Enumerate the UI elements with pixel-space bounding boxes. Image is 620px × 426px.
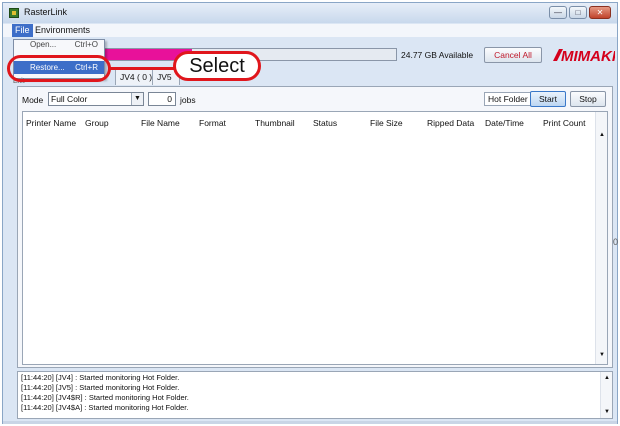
mode-select[interactable]: Full Color ▼ — [48, 92, 144, 106]
job-table: Printer Name Group File Name Format Thum… — [22, 111, 608, 365]
col-format[interactable]: Format — [199, 118, 226, 128]
status-bar — [3, 421, 617, 424]
log-line: [11:44:20] [JV4] : Started monitoring Ho… — [21, 373, 180, 382]
app-window: RasterLink — □ ✕ File Environments 24.77… — [2, 2, 618, 424]
highlight-oval — [7, 55, 111, 82]
cancel-all-button[interactable]: Cancel All — [484, 47, 542, 63]
side-count: 0 — [613, 237, 619, 247]
maximize-icon[interactable]: □ — [569, 6, 587, 19]
minimize-icon[interactable]: — — [549, 6, 567, 19]
hot-folder-stop-button[interactable]: Stop — [570, 91, 606, 107]
log-area: [11:44:20] [JV4] : Started monitoring Ho… — [17, 371, 613, 419]
brand-text: MIMAKI — [561, 48, 615, 65]
menu-file[interactable]: File — [12, 24, 33, 37]
log-line: [11:44:20] [JV5] : Started monitoring Ho… — [21, 383, 180, 392]
scroll-down-icon[interactable]: ▼ — [604, 409, 610, 415]
hot-folder-label: Hot Folder — [484, 92, 532, 106]
scroll-up-icon[interactable]: ▲ — [599, 132, 605, 138]
window-controls: — □ ✕ — [549, 6, 611, 19]
hot-folder-start-button[interactable]: Start — [530, 91, 566, 107]
col-status[interactable]: Status — [313, 118, 337, 128]
log-line: [11:44:20] [JV4$R] : Started monitoring … — [21, 393, 189, 402]
col-ripped-data[interactable]: Ripped Data — [427, 118, 474, 128]
jobs-count: 0 — [148, 92, 176, 106]
log-line: [11:44:20] [JV4$A] : Started monitoring … — [21, 403, 189, 412]
jobs-label: jobs — [180, 95, 196, 105]
col-file-size[interactable]: File Size — [370, 118, 403, 128]
menu-environments[interactable]: Environments — [32, 24, 93, 37]
mode-label: Mode — [22, 95, 44, 105]
col-file-name[interactable]: File Name — [141, 118, 180, 128]
job-table-header: Printer Name Group File Name Format Thum… — [23, 112, 597, 132]
menu-item-label: Open... — [30, 40, 57, 49]
col-group[interactable]: Group — [85, 118, 109, 128]
col-print-count[interactable]: Print Count — [543, 118, 586, 128]
menu-shortcut: Ctrl+O — [74, 40, 98, 49]
scroll-down-icon[interactable]: ▼ — [599, 352, 605, 358]
disk-available-text: 24.77 GB Available — [401, 50, 474, 60]
col-date-time[interactable]: Date/Time — [485, 118, 524, 128]
menu-item-open[interactable]: Open... Ctrl+O — [14, 38, 104, 51]
scroll-up-icon[interactable]: ▲ — [604, 375, 610, 381]
title-bar: RasterLink — □ ✕ — [3, 3, 617, 23]
chevron-down-icon[interactable]: ▼ — [131, 93, 143, 105]
col-thumbnail[interactable]: Thumbnail — [255, 118, 295, 128]
job-panel: Mode Full Color ▼ 0 jobs Hot Folder Star… — [17, 86, 618, 368]
close-icon[interactable]: ✕ — [589, 6, 611, 19]
log-scrollbar[interactable]: ▲ ▼ — [600, 372, 612, 418]
mimaki-logo: MIMAKI — [553, 48, 615, 65]
tab-jv4[interactable]: JV4 ( 0 ) — [115, 69, 158, 85]
mode-value: Full Color — [51, 94, 88, 104]
callout-connector — [109, 67, 175, 70]
table-scrollbar[interactable]: ▲ ▼ — [595, 112, 607, 364]
col-printer-name[interactable]: Printer Name — [26, 118, 76, 128]
select-callout: Select — [173, 51, 261, 81]
window-title: RasterLink — [24, 7, 68, 17]
menu-bar: File Environments — [3, 24, 617, 37]
app-icon — [9, 8, 19, 18]
